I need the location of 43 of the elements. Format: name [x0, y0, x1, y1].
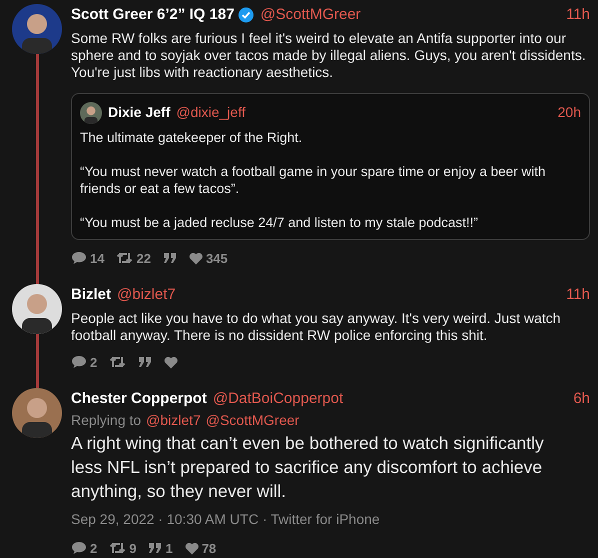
quote-icon [148, 542, 162, 554]
author-handle[interactable]: @bizlet7 [117, 284, 176, 306]
tweet-time[interactable]: 11h [566, 4, 590, 26]
heart-icon [188, 252, 203, 265]
author-handle[interactable]: @dixie_jeff [176, 102, 246, 123]
heart-icon [184, 542, 199, 555]
quote-paragraph: “You must be a jaded recluse 24/7 and listen to my stale podcast!!” [80, 214, 479, 230]
tweet-time[interactable]: 11h [566, 284, 590, 306]
author-name[interactable]: Scott Greer 6’2” IQ 187 [71, 4, 234, 26]
quote-paragraph: The ultimate gatekeeper of the Right. [80, 128, 304, 146]
author-handle[interactable]: @DatBoiCopperpot [212, 388, 344, 410]
tweet-text: People act like you have to do what you say anyway. It's very weird. Just watch football anyway. There is no dissident RW police enforcing this shit. [71, 310, 562, 344]
author-name[interactable]: Bizlet [71, 284, 112, 306]
stat-count: 22 [136, 250, 151, 268]
quote-icon [138, 356, 152, 368]
author-name[interactable]: Chester Copperpot [71, 388, 207, 410]
quote-paragraph: “You must never watch a football game in your spare time or enjoy a beer with friends or eat a few tacos”. [80, 162, 546, 196]
author-handle[interactable]: @ScottMGreer [260, 4, 361, 26]
stat-count: 2 [90, 540, 98, 558]
heart-icon [164, 356, 178, 369]
stat-count: 345 [206, 250, 228, 268]
mention-link[interactable]: @bizlet7 [146, 410, 201, 428]
retweet-icon [109, 541, 126, 556]
tweet-time[interactable]: 20h [558, 102, 581, 123]
stat-count: 9 [129, 540, 136, 558]
replying-label: Replying to [71, 410, 142, 428]
comment-icon [71, 541, 87, 556]
comment-icon [71, 251, 87, 266]
tweet-text: A right wing that can’t even be bothered to watch significantly less NFL isn’t prepared to sacrifice any discomfort to achieve anything, so they never will. [71, 432, 545, 502]
comment-icon [71, 355, 87, 370]
stat-count: 2 [90, 354, 98, 372]
retweet-icon [116, 251, 134, 266]
stat-count: 1 [165, 540, 173, 558]
quoted-tweet[interactable] [71, 92, 590, 240]
tweet-text: Some RW folks are furious I feel it's weird to elevate an Antifa supporter into our sphere and to soyjak over tacos made by illegal aliens. Guys, you aren't dissidents. You're just libs with reactionary aesthetics. [71, 30, 587, 80]
tweet-date: Sep 29, 2022 · 10:30 AM UTC · Twitter for iPhone [71, 510, 381, 529]
author-name[interactable]: Dixie Jeff [108, 102, 170, 123]
mention-link[interactable]: @ScottMGreer [206, 410, 300, 428]
quote-icon [162, 252, 177, 264]
stat-count: 78 [202, 540, 216, 558]
stat-count: 14 [90, 250, 104, 268]
retweet-icon [109, 355, 126, 370]
tweet-time[interactable]: 6h [573, 388, 590, 410]
